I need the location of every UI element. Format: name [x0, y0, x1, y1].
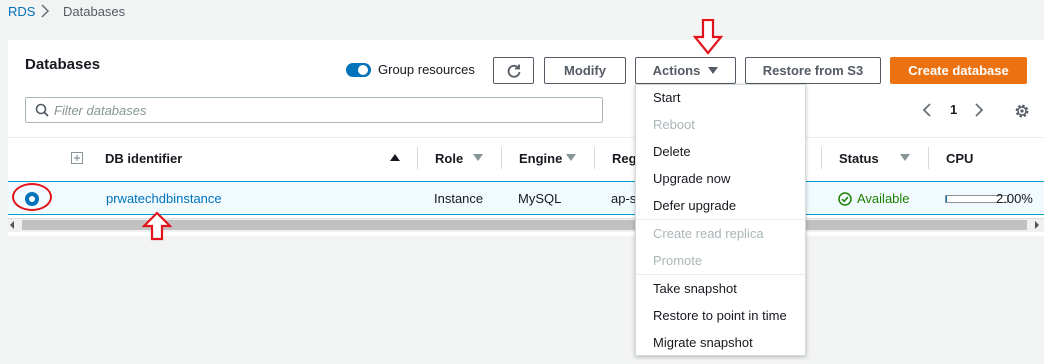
breadcrumb-rds-link[interactable]: RDS: [8, 4, 35, 19]
menu-divider: [636, 274, 805, 275]
chevron-right-icon: [41, 4, 50, 18]
table-header-divider: [8, 137, 1044, 138]
menu-item-defer-upgrade[interactable]: Defer upgrade: [653, 198, 736, 213]
scroll-right-icon[interactable]: [1035, 221, 1039, 229]
column-divider: [928, 147, 929, 169]
check-circle-icon: [838, 192, 852, 206]
column-divider: [594, 147, 595, 169]
radio-highlight-circle: [12, 183, 52, 211]
menu-item-start[interactable]: Start: [653, 90, 680, 105]
scroll-left-icon[interactable]: [10, 221, 14, 229]
cell-region: ap-s: [611, 191, 637, 206]
restore-label: Restore from S3: [762, 63, 864, 78]
menu-item-migrate-snapshot[interactable]: Migrate snapshot: [653, 335, 753, 350]
header-role[interactable]: Role: [435, 151, 463, 166]
search-icon: [35, 103, 49, 117]
header-engine[interactable]: Engine: [519, 151, 562, 166]
page-number[interactable]: 1: [950, 102, 957, 117]
sort-ascending-icon[interactable]: [390, 154, 400, 161]
create-database-button[interactable]: Create database: [890, 57, 1027, 84]
caret-down-icon: [708, 67, 719, 74]
chevron-left-icon[interactable]: [920, 101, 934, 119]
menu-item-delete[interactable]: Delete: [653, 144, 691, 159]
header-status[interactable]: Status: [839, 151, 879, 166]
filter-databases-input[interactable]: [54, 99, 594, 121]
toggle-knob: [358, 65, 368, 75]
up-arrow-annotation-icon: [142, 211, 172, 241]
menu-item-upgrade-now[interactable]: Upgrade now: [653, 171, 730, 186]
sort-icon[interactable]: [473, 154, 483, 161]
db-identifier-link[interactable]: prwatechdbinstance: [106, 191, 222, 206]
restore-from-s3-button[interactable]: Restore from S3: [745, 57, 881, 84]
menu-item-reboot: Reboot: [653, 117, 695, 132]
actions-label: Actions: [652, 63, 701, 78]
modify-button[interactable]: Modify: [544, 57, 626, 84]
sort-icon[interactable]: [566, 154, 576, 161]
menu-item-take-snapshot[interactable]: Take snapshot: [653, 281, 737, 296]
menu-item-restore-point-in-time[interactable]: Restore to point in time: [653, 308, 787, 323]
group-resources-label: Group resources: [378, 62, 475, 77]
refresh-icon: [507, 64, 520, 78]
header-db-identifier[interactable]: DB identifier: [105, 151, 182, 166]
expand-icon[interactable]: [71, 152, 83, 164]
sort-icon[interactable]: [900, 154, 910, 161]
panel-title: Databases: [25, 56, 101, 73]
scrollbar-thumb[interactable]: [22, 220, 1027, 230]
actions-button[interactable]: Actions: [635, 57, 736, 84]
column-divider: [821, 147, 822, 169]
chevron-right-icon[interactable]: [972, 101, 986, 119]
gear-icon[interactable]: [1013, 102, 1031, 120]
create-label: Create database: [908, 63, 1009, 78]
header-cpu[interactable]: CPU: [946, 151, 973, 166]
cell-cpu: 2.00%: [996, 191, 1033, 206]
menu-divider: [636, 219, 805, 220]
cell-role: Instance: [434, 191, 484, 206]
menu-item-create-read-replica: Create read replica: [653, 226, 764, 241]
modify-label: Modify: [564, 63, 606, 78]
column-divider: [501, 147, 502, 169]
header-region[interactable]: Reg: [612, 151, 637, 166]
cell-engine: MySQL: [518, 191, 562, 206]
menu-item-promote: Promote: [653, 253, 703, 268]
column-divider: [417, 147, 418, 169]
down-arrow-annotation-icon: [693, 19, 723, 55]
refresh-button[interactable]: [493, 57, 534, 84]
cell-status: Available: [857, 191, 910, 206]
breadcrumb-current: Databases: [63, 4, 126, 19]
cpu-progress-fill: [946, 196, 947, 202]
